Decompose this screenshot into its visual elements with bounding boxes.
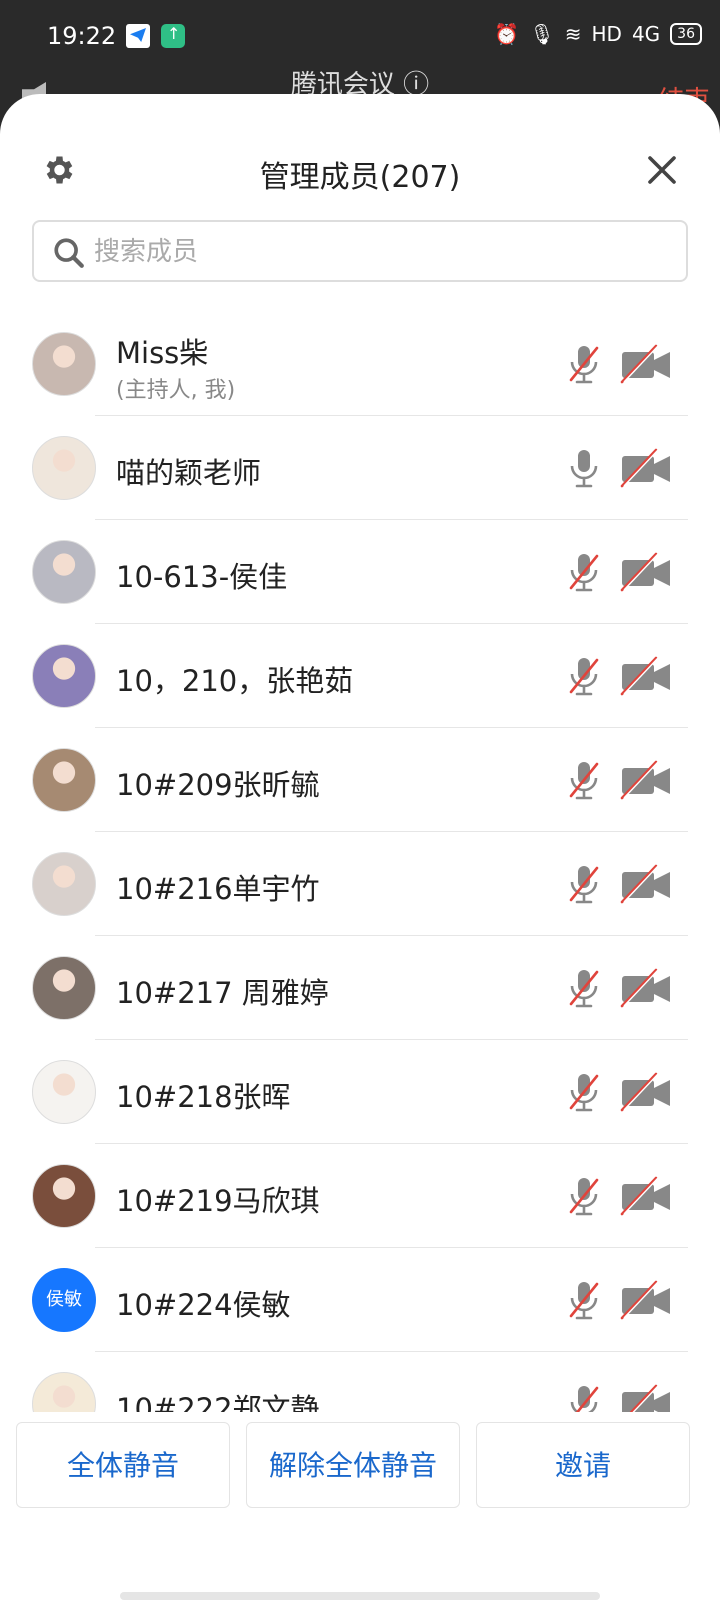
footer-actions: 全体静音 解除全体静音 邀请 bbox=[0, 1412, 720, 1522]
avatar bbox=[32, 1164, 96, 1228]
member-row[interactable]: 10，210，张艳茹 bbox=[0, 624, 720, 728]
mic-muted-icon[interactable] bbox=[562, 966, 606, 1010]
avatar bbox=[32, 644, 96, 708]
member-name: 10#209张昕毓 bbox=[116, 768, 320, 802]
battery-icon: 36 bbox=[670, 23, 702, 45]
close-icon[interactable] bbox=[644, 152, 680, 188]
status-time: 19:22 bbox=[47, 22, 117, 50]
member-name: 10#224侯敏 bbox=[116, 1288, 291, 1322]
camera-off-icon[interactable] bbox=[620, 656, 672, 696]
alarm-icon: ⏰ bbox=[494, 22, 520, 46]
avatar: 侯敏 bbox=[32, 1268, 96, 1332]
mic-muted-icon[interactable] bbox=[562, 1070, 606, 1114]
camera-off-icon[interactable] bbox=[620, 968, 672, 1008]
avatar bbox=[32, 436, 96, 500]
avatar bbox=[32, 748, 96, 812]
member-row[interactable]: 喵的颖老师 bbox=[0, 416, 720, 520]
mic-muted-icon[interactable] bbox=[562, 758, 606, 802]
search-input[interactable] bbox=[94, 232, 674, 272]
mic-muted-icon[interactable] bbox=[562, 1174, 606, 1218]
member-name: 10，210，张艳茹 bbox=[116, 664, 354, 698]
telegram-icon bbox=[126, 24, 150, 48]
sheet-title: 管理成员(207) bbox=[259, 160, 461, 195]
search-box[interactable] bbox=[32, 220, 688, 282]
member-name: 10-613-侯佳 bbox=[116, 560, 288, 594]
member-role: (主持人, 我) bbox=[116, 378, 236, 403]
member-row[interactable]: 10#216单宇竹 bbox=[0, 832, 720, 936]
member-row[interactable]: Miss柴 (主持人, 我) bbox=[0, 312, 720, 416]
member-row[interactable]: 10-613-侯佳 bbox=[0, 520, 720, 624]
member-name: Miss柴 bbox=[116, 336, 209, 370]
camera-off-icon[interactable] bbox=[620, 1280, 672, 1320]
avatar bbox=[32, 852, 96, 916]
member-row[interactable]: 10#217 周雅婷 bbox=[0, 936, 720, 1040]
member-row[interactable]: 10#218张晖 bbox=[0, 1040, 720, 1144]
search-icon bbox=[54, 238, 84, 268]
wifi-icon: ≋ bbox=[564, 22, 582, 46]
mic-status-icon: 🎙 bbox=[529, 22, 555, 46]
manage-members-sheet: 管理成员(207) Miss柴 (主持人, 我) 喵的颖老师 10-613-侯佳 … bbox=[0, 94, 720, 1600]
mic-muted-icon[interactable] bbox=[562, 1278, 606, 1322]
member-name: 10#219马欣琪 bbox=[116, 1184, 320, 1218]
mic-muted-icon[interactable] bbox=[562, 550, 606, 594]
avatar bbox=[32, 1060, 96, 1124]
mute-all-button[interactable]: 全体静音 bbox=[16, 1422, 230, 1508]
mic-muted-icon[interactable] bbox=[562, 342, 606, 386]
camera-off-icon[interactable] bbox=[620, 864, 672, 904]
member-row[interactable]: 侯敏 10#224侯敏 bbox=[0, 1248, 720, 1352]
camera-off-icon[interactable] bbox=[620, 344, 672, 384]
member-list: Miss柴 (主持人, 我) 喵的颖老师 10-613-侯佳 10，210，张艳茹… bbox=[0, 312, 720, 1508]
member-name: 喵的颖老师 bbox=[116, 456, 262, 490]
camera-off-icon[interactable] bbox=[620, 448, 672, 488]
camera-off-icon[interactable] bbox=[620, 760, 672, 800]
camera-off-icon[interactable] bbox=[620, 1176, 672, 1216]
mic-muted-icon[interactable] bbox=[562, 654, 606, 698]
member-name: 10#218张晖 bbox=[116, 1080, 291, 1114]
network-type: HD bbox=[591, 22, 622, 46]
camera-off-icon[interactable] bbox=[620, 1072, 672, 1112]
member-row[interactable]: 10#219马欣琪 bbox=[0, 1144, 720, 1248]
member-row[interactable]: 10#209张昕毓 bbox=[0, 728, 720, 832]
signal-icon: 4G bbox=[631, 22, 661, 46]
status-icons: ⏰ 🎙 ≋ HD 4G 36 bbox=[494, 22, 702, 46]
avatar bbox=[32, 540, 96, 604]
invite-button[interactable]: 邀请 bbox=[476, 1422, 690, 1508]
upload-icon bbox=[161, 24, 185, 48]
mic-icon[interactable] bbox=[562, 446, 606, 490]
member-name: 10#216单宇竹 bbox=[116, 872, 320, 906]
home-indicator[interactable] bbox=[120, 1592, 600, 1600]
avatar bbox=[32, 332, 96, 396]
camera-off-icon[interactable] bbox=[620, 552, 672, 592]
member-name: 10#217 周雅婷 bbox=[116, 976, 329, 1010]
mic-muted-icon[interactable] bbox=[562, 862, 606, 906]
unmute-all-button[interactable]: 解除全体静音 bbox=[246, 1422, 460, 1508]
avatar bbox=[32, 956, 96, 1020]
